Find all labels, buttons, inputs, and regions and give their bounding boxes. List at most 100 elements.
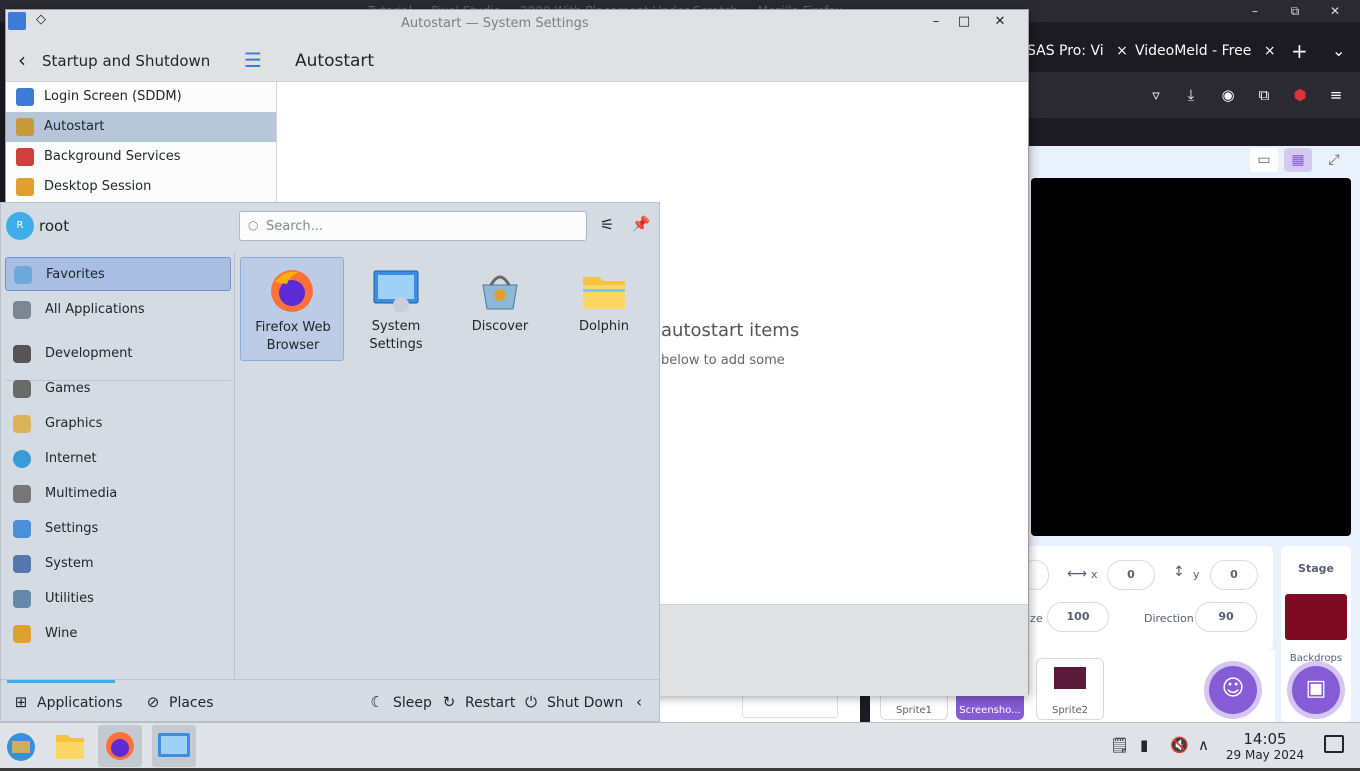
graphics-icon bbox=[13, 415, 31, 433]
fullscreen-icon[interactable]: ⤢ bbox=[1320, 148, 1348, 172]
account-icon[interactable]: ◉ bbox=[1217, 84, 1239, 106]
restart-button[interactable]: ↻ Restart bbox=[439, 680, 516, 724]
battery-icon[interactable]: ▮ bbox=[1140, 736, 1148, 754]
taskbar-system-settings[interactable] bbox=[152, 725, 196, 767]
taskbar-dolphin[interactable] bbox=[48, 725, 92, 767]
restart-icon: ↻ bbox=[442, 693, 456, 711]
x-arrow-icon: ⟷ bbox=[1067, 566, 1088, 582]
firefox-maximize-button[interactable]: ⧉ bbox=[1280, 0, 1310, 22]
firefox-minimize-button[interactable]: – bbox=[1240, 0, 1270, 22]
x-label: x bbox=[1091, 568, 1098, 581]
direction-input[interactable]: 90 bbox=[1195, 602, 1257, 632]
pin-icon[interactable]: 📌 bbox=[630, 215, 652, 237]
background-services-icon bbox=[16, 148, 34, 166]
places-label: Places bbox=[169, 695, 214, 711]
sidebar-title[interactable]: Startup and Shutdown bbox=[42, 52, 210, 70]
more-actions-button[interactable]: ‹ bbox=[629, 680, 655, 724]
sprite-label: Sprite2 bbox=[1051, 705, 1089, 716]
tab-videomeld[interactable]: VideoMeld - Free × bbox=[1135, 36, 1276, 66]
discover-icon bbox=[477, 267, 523, 313]
settings-icon bbox=[13, 520, 31, 538]
page-title: Autostart bbox=[295, 51, 375, 71]
settings-titlebar[interactable]: ◇ Autostart — System Settings – □ ✕ bbox=[6, 10, 1028, 40]
stage-thumbnail[interactable] bbox=[1285, 594, 1347, 640]
category-multimedia[interactable]: Multimedia bbox=[5, 477, 231, 511]
category-label: All Applications bbox=[45, 302, 145, 317]
tab-close-icon[interactable]: × bbox=[1116, 43, 1128, 59]
add-backdrop-button[interactable]: ▣ bbox=[1292, 666, 1340, 714]
shutdown-button[interactable]: ⏻ Shut Down bbox=[521, 680, 623, 724]
search-box[interactable]: ○ bbox=[239, 211, 587, 241]
ublock-icon[interactable]: ⬢ bbox=[1289, 84, 1311, 106]
category-games[interactable]: Games bbox=[5, 372, 231, 406]
taskbar-firefox[interactable] bbox=[98, 725, 142, 767]
expand-tray-icon[interactable]: ∧ bbox=[1198, 736, 1209, 754]
category-label: Development bbox=[45, 346, 133, 361]
category-utilities[interactable]: Utilities bbox=[5, 582, 231, 616]
settings-close-button[interactable]: ✕ bbox=[988, 14, 1012, 29]
direction-label: Direction bbox=[1144, 612, 1194, 625]
sleep-button[interactable]: ☾ Sleep bbox=[367, 680, 432, 724]
tab-applications[interactable]: ⊞ Applications bbox=[11, 680, 123, 724]
tab-places[interactable]: ⊘ Places bbox=[143, 680, 214, 724]
configure-icon[interactable]: ⚟ bbox=[596, 215, 618, 237]
add-sprite-button[interactable]: ☺ bbox=[1209, 666, 1257, 714]
download-icon[interactable]: ⤓ bbox=[1180, 84, 1202, 106]
tab-close-icon[interactable]: × bbox=[1264, 43, 1276, 59]
small-stage-icon[interactable]: ▭ bbox=[1250, 148, 1278, 172]
volume-muted-icon[interactable]: 🔇 bbox=[1170, 736, 1189, 754]
favorite-dolphin[interactable]: Dolphin bbox=[552, 257, 656, 361]
sidebar-item-autostart[interactable]: Autostart bbox=[6, 112, 276, 142]
sidebar-item-login-screen[interactable]: Login Screen (SDDM) bbox=[6, 82, 276, 112]
firefox-close-button[interactable]: ✕ bbox=[1320, 0, 1350, 22]
category-label: Graphics bbox=[45, 416, 103, 431]
stage-canvas[interactable] bbox=[1031, 178, 1351, 536]
favorite-label: Discover bbox=[471, 319, 529, 334]
avatar[interactable]: R bbox=[6, 212, 34, 240]
menu-icon[interactable]: ≡ bbox=[1325, 84, 1347, 106]
empty-state-title: autostart items bbox=[661, 320, 800, 341]
pocket-icon[interactable]: ▿ bbox=[1145, 84, 1167, 106]
tab-sas-pro[interactable]: SAS Pro: Vi × bbox=[1027, 36, 1128, 66]
y-input[interactable]: 0 bbox=[1210, 560, 1258, 590]
show-desktop-icon[interactable] bbox=[1324, 735, 1344, 753]
category-settings[interactable]: Settings bbox=[5, 512, 231, 546]
compass-icon: ⊘ bbox=[146, 693, 160, 711]
tab-list-button[interactable]: ⌄ bbox=[1332, 36, 1345, 66]
favorite-firefox[interactable]: Firefox Web Browser bbox=[240, 257, 344, 361]
hamburger-menu-icon[interactable]: ☰ bbox=[244, 48, 262, 72]
chevron-left-icon: ‹ bbox=[636, 693, 642, 711]
category-label: Internet bbox=[45, 451, 97, 466]
category-development[interactable]: Development bbox=[5, 337, 231, 371]
sprite-image bbox=[1054, 667, 1086, 689]
category-all-applications[interactable]: All Applications bbox=[5, 293, 231, 327]
main-header: Autostart bbox=[277, 40, 1028, 82]
stage-pane[interactable]: Stage Backdrops ▣ bbox=[1281, 546, 1351, 722]
launcher-button[interactable] bbox=[0, 725, 44, 767]
sidebar-item-background-services[interactable]: Background Services bbox=[6, 142, 276, 172]
extensions-icon[interactable]: ⧉ bbox=[1253, 84, 1275, 106]
clipboard-icon[interactable]: 🗒 bbox=[1110, 736, 1129, 754]
clock-date[interactable]: 29 May 2024 bbox=[1222, 748, 1308, 762]
new-tab-button[interactable]: + bbox=[1291, 36, 1308, 66]
system-settings-icon bbox=[373, 267, 419, 313]
x-input[interactable]: 0 bbox=[1107, 560, 1155, 590]
size-input[interactable]: 100 bbox=[1047, 602, 1109, 632]
normal-stage-icon[interactable]: ▦ bbox=[1284, 148, 1312, 172]
category-favorites[interactable]: Favorites bbox=[5, 257, 231, 291]
clock-time[interactable]: 14:05 bbox=[1232, 731, 1298, 747]
settings-minimize-button[interactable]: – bbox=[924, 14, 948, 29]
sidebar-item-desktop-session[interactable]: Desktop Session bbox=[6, 172, 276, 202]
category-system[interactable]: System bbox=[5, 547, 231, 581]
category-wine[interactable]: Wine bbox=[5, 617, 231, 651]
favorite-discover[interactable]: Discover bbox=[448, 257, 552, 361]
sprite-thumb[interactable]: Sprite2 bbox=[1036, 658, 1104, 720]
category-label: Utilities bbox=[45, 591, 94, 606]
back-arrow-icon[interactable]: ‹ bbox=[18, 48, 26, 72]
favorite-system-settings[interactable]: System Settings bbox=[344, 257, 448, 361]
pin-window-icon[interactable]: ◇ bbox=[32, 12, 50, 30]
category-internet[interactable]: Internet bbox=[5, 442, 231, 476]
search-input[interactable] bbox=[266, 217, 566, 235]
settings-maximize-button[interactable]: □ bbox=[952, 14, 976, 29]
category-graphics[interactable]: Graphics bbox=[5, 407, 231, 441]
